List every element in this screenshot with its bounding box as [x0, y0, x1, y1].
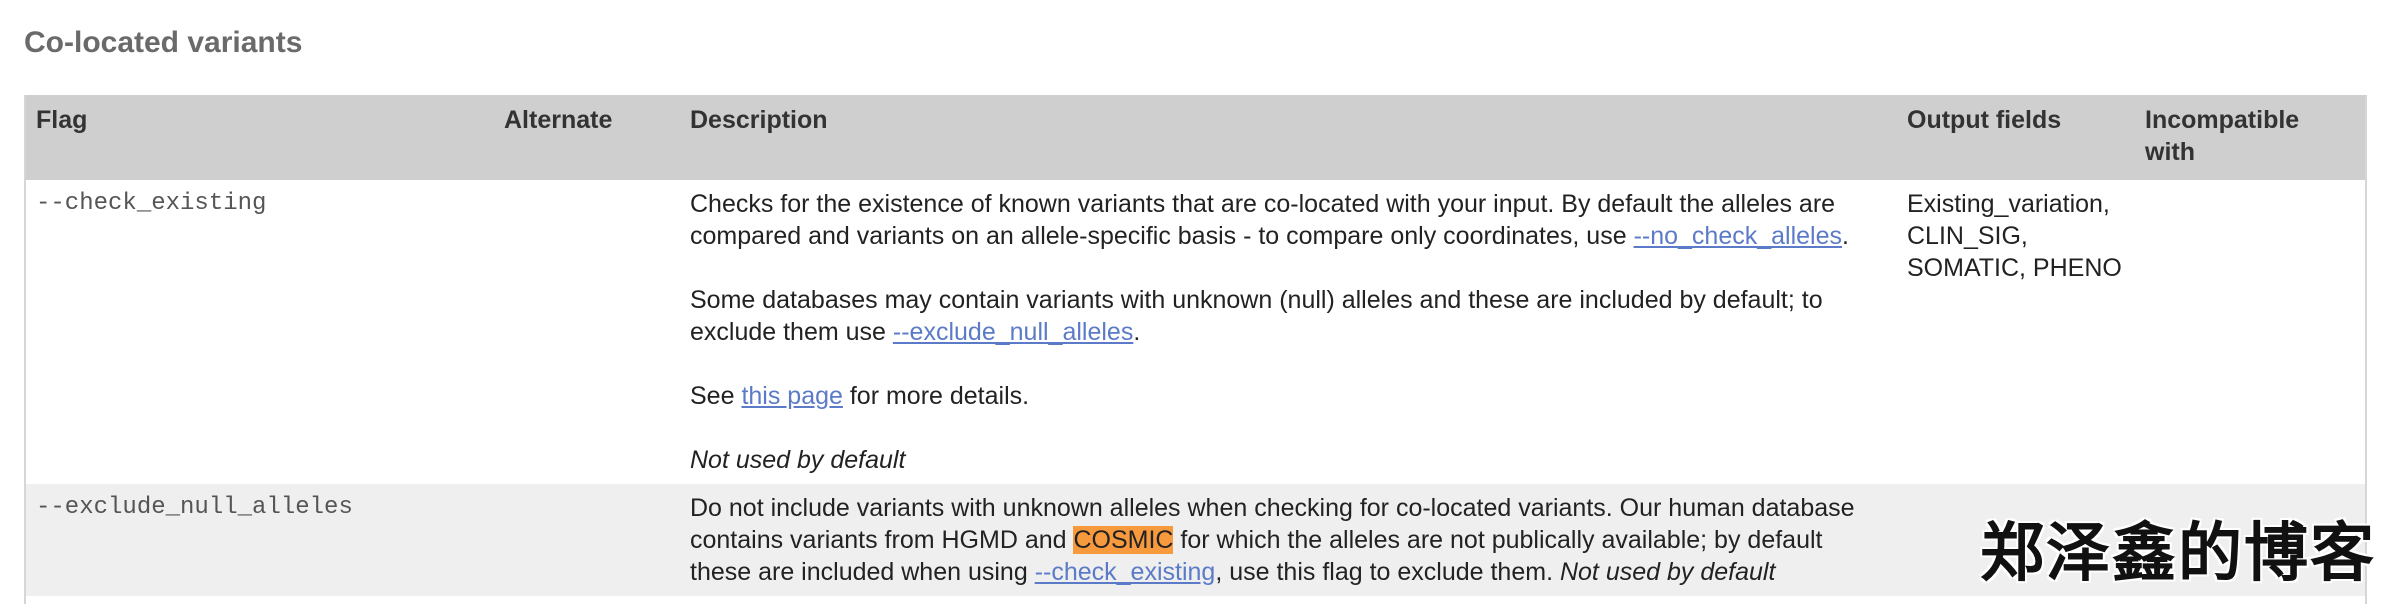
alternate-cell — [494, 180, 680, 484]
header-incompatible-line1: Incompatible — [2145, 106, 2300, 134]
incompatible-cell — [2135, 180, 2365, 484]
header-flag: Flag — [26, 95, 494, 180]
table-row: --check_existing Checks for the existenc… — [26, 180, 2365, 484]
description-text: for more details. — [842, 382, 1030, 410]
description-text: Some databases may contain variants with… — [690, 286, 1823, 346]
description-text: . — [1842, 222, 1849, 250]
cosmic-highlight: COSMIC — [1073, 526, 1174, 554]
header-incompatible-line2: with — [2145, 138, 2195, 166]
section-title: Co-located variants — [24, 26, 303, 59]
default-note-text: Not used by default — [690, 446, 906, 474]
exclude-null-alleles-link[interactable]: --exclude_null_alleles — [893, 318, 1133, 346]
description-paragraph: See this page for more details. — [690, 380, 1887, 412]
default-note: Not used by default — [690, 444, 1887, 476]
output-fields-cell: Existing_variation, CLIN_SIG, SOMATIC, PHE… — [1897, 180, 2135, 484]
default-note-text: Not used by default — [1559, 558, 1776, 586]
description-paragraph: Checks for the existence of known varian… — [690, 188, 1887, 252]
alternate-cell — [494, 484, 680, 596]
flag-cell: --check_existing — [26, 180, 494, 484]
output-field-line: CLIN_SIG, — [1907, 222, 2028, 250]
header-incompatible-with: Incompatible with — [2135, 95, 2365, 180]
header-alternate: Alternate — [494, 95, 680, 180]
description-paragraph: Some databases may contain variants with… — [690, 284, 1887, 348]
this-page-link[interactable]: this page — [741, 382, 842, 410]
output-field-line: SOMATIC, PHENO — [1907, 254, 2122, 282]
header-description: Description — [680, 95, 1897, 180]
check-existing-link[interactable]: --check_existing — [1035, 558, 1216, 586]
description-text: . — [1133, 318, 1141, 346]
description-text: , use this flag to exclude them. — [1215, 558, 1560, 586]
description-cell: Checks for the existence of known varian… — [680, 180, 1897, 484]
table-header-row: Flag Alternate Description Output fields… — [26, 95, 2365, 180]
no-check-alleles-link[interactable]: --no_check_alleles — [1634, 222, 1842, 250]
description-text: See — [690, 382, 742, 410]
header-output-fields: Output fields — [1897, 95, 2135, 180]
description-cell: Do not include variants with unknown all… — [680, 484, 1897, 596]
blog-watermark: 郑泽鑫的博客 — [1980, 517, 2376, 591]
output-field-line: Existing_variation, — [1907, 190, 2110, 218]
flag-cell: --exclude_null_alleles — [26, 484, 494, 596]
